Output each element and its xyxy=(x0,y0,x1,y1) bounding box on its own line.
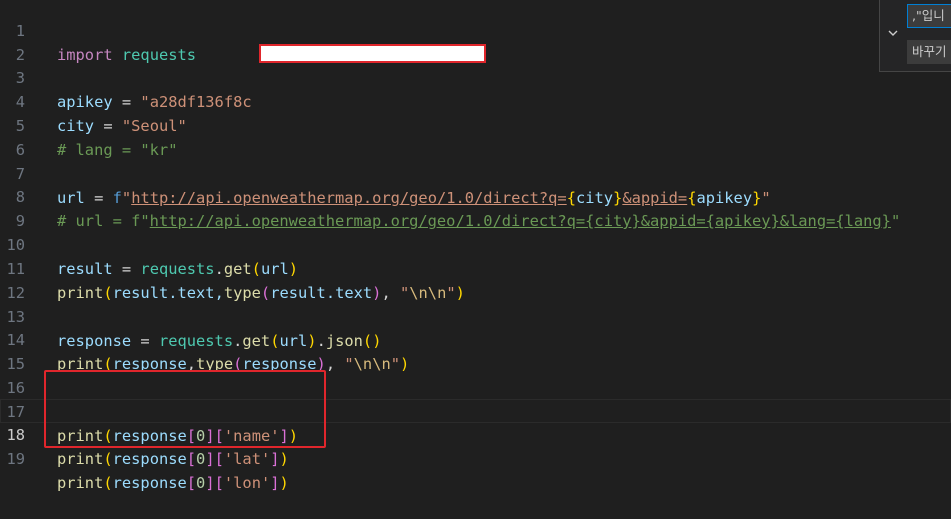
bracket: [ xyxy=(214,450,224,468)
paren: ) xyxy=(279,474,289,492)
number-literal: 0 xyxy=(196,474,206,492)
find-input[interactable]: ,"입니 xyxy=(907,4,951,28)
code-line-4[interactable]: 4 city = "Seoul" xyxy=(0,66,951,135)
code-line-5[interactable]: 5 # lang = "kr" xyxy=(0,90,951,159)
code-line-9[interactable]: 9 xyxy=(0,185,951,230)
paren: ( xyxy=(103,450,113,468)
code-line-10[interactable]: 10 result = requests.get(url) xyxy=(0,209,951,278)
bracket: [ xyxy=(186,450,197,468)
code-line-14[interactable]: 14 print(response,type(response), "\n\n"… xyxy=(0,304,951,373)
code-editor[interactable]: 1 import requests 2 3 apikey = "a28df136… xyxy=(0,0,951,492)
number-literal: 0 xyxy=(196,450,206,468)
code-line-11[interactable]: 11 print(result.text,type(result.text), … xyxy=(0,233,951,302)
code-line-2[interactable]: 2 xyxy=(0,19,951,64)
code-line-15[interactable]: 15 xyxy=(0,328,951,373)
line-number: 19 xyxy=(6,450,25,468)
string-literal: 'lat' xyxy=(223,450,271,468)
bracket: [ xyxy=(214,474,224,492)
bracket: ] xyxy=(270,450,280,468)
code-line-8[interactable]: 8 # url = f"http://api.openweathermap.or… xyxy=(0,161,951,230)
bracket: ] xyxy=(270,474,280,492)
redaction-box xyxy=(259,44,486,63)
bracket: ] xyxy=(205,450,215,468)
function-name: print xyxy=(57,474,104,492)
argument: response xyxy=(112,474,187,492)
code-line-7[interactable]: 7 url = f"http://api.openweathermap.org/… xyxy=(0,138,951,207)
code-line-6[interactable]: 6 xyxy=(0,114,951,159)
bracket: ] xyxy=(205,474,215,492)
code-line-13[interactable]: 13 response = requests.get(url).json() xyxy=(0,281,951,350)
argument: response xyxy=(112,450,187,468)
code-line-12[interactable]: 12 xyxy=(0,257,951,302)
function-name: print xyxy=(57,450,104,468)
paren: ) xyxy=(279,450,289,468)
find-replace-widget[interactable]: ,"입니 바꾸기 xyxy=(879,0,951,72)
annotation-highlight-box xyxy=(44,370,326,448)
string-literal: 'lon' xyxy=(223,474,271,492)
chevron-down-icon[interactable] xyxy=(886,26,900,40)
replace-input[interactable]: 바꾸기 xyxy=(907,40,951,64)
code-line-1[interactable]: 1 import requests xyxy=(0,0,951,64)
paren: ( xyxy=(103,474,113,492)
bracket: [ xyxy=(186,474,197,492)
